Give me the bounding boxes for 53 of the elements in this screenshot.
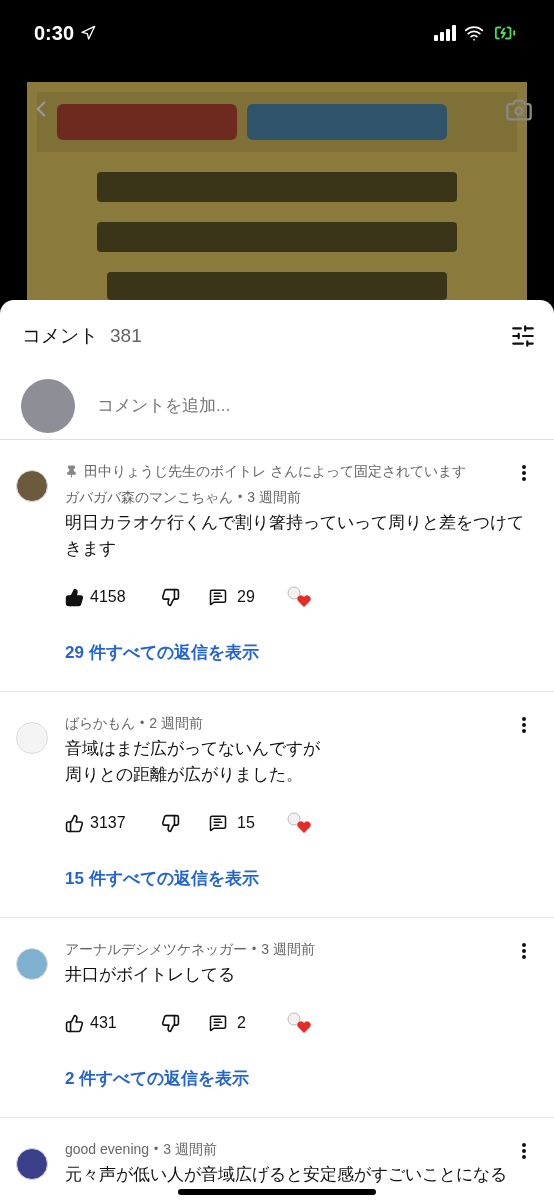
user-avatar [21,378,75,433]
like-icon [65,587,84,607]
like-button[interactable]: 4158 [65,585,161,609]
comment-text: 元々声が低い人が音域広げると安定感がすごいことになる [65,1164,508,1186]
comments-title: コメント [22,323,98,348]
avatar[interactable] [16,1148,48,1180]
comment-input[interactable]: コメントを追加... [97,392,554,419]
location-icon [80,25,97,41]
settings-icon [510,323,536,349]
like-icon [65,813,84,833]
reply-icon [209,814,227,832]
comment-author: ばらかもん [65,713,135,733]
comment-time: 3 週間前 [163,1139,217,1159]
dislike-icon [161,813,180,833]
status-time: 0:30 [34,21,75,46]
reply-button[interactable]: 29 [209,585,287,609]
pin-icon [65,464,78,478]
wifi-icon [464,23,484,43]
view-replies-link[interactable]: 29 件すべての返信を表示 [65,640,259,666]
signal-icon [434,25,458,41]
more-icon [522,1143,526,1159]
comment-text: 明日カラオケ行くんで割り箸持っていって周りと差をつけてきます [65,512,525,560]
view-replies-link[interactable]: 2 件すべての返信を表示 [65,1066,250,1092]
reply-icon [209,1014,227,1032]
comment-time: 3 週間前 [261,939,315,959]
comment-count: 381 [110,323,142,348]
comment-text: 音域はまだ広がってないんですが [65,738,321,760]
comment-time: 2 週間前 [149,713,203,733]
separator-dot: • [252,941,257,958]
more-icon [522,943,526,959]
sort-button[interactable] [510,323,536,349]
like-button[interactable]: 431 [65,1011,161,1035]
dislike-icon [161,1013,180,1033]
dislike-icon [161,587,180,607]
more-icon [522,465,526,481]
separator-dot: • [140,715,145,732]
like-button[interactable]: 3137 [65,811,161,835]
reply-button[interactable]: 2 [209,1011,287,1035]
reply-icon [209,588,227,606]
comment-author: ガバガバ森のマンこちゃん [65,487,233,507]
separator-dot: • [154,1141,159,1158]
avatar[interactable] [16,470,48,502]
more-icon [522,717,526,733]
view-replies-link[interactable]: 15 件すべての返信を表示 [65,866,259,892]
comment-text: 周りとの距離が広がりました。 [65,764,304,786]
comment-text: 井口がボイトレしてる [65,964,236,986]
reply-button[interactable]: 15 [209,811,287,835]
comment-author: good evening [65,1139,150,1159]
separator-dot: • [238,489,243,506]
pinned-note: 田中りょうじ先生のボイトレ さんによって固定されています [84,461,466,481]
comment-author: アーナルデシメツケネッガー [65,939,247,959]
comment-time: 3 週間前 [247,487,301,507]
like-icon [65,1013,84,1033]
